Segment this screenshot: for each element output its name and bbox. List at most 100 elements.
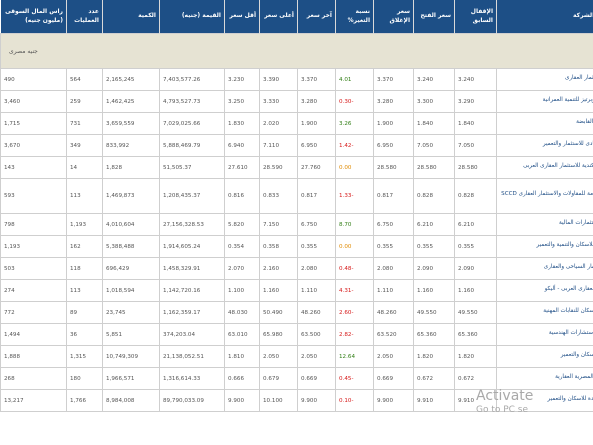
cell-market-cap: 798: [0, 213, 67, 236]
cell-open-price: 3.240: [413, 68, 455, 91]
cell-value: 4,793,527.73: [159, 90, 225, 113]
header-value[interactable]: القيمة (جنيه): [159, 0, 225, 34]
header-previous-close[interactable]: الإقفال السابق: [454, 0, 497, 34]
company-name-link[interactable]: تنمية للاستثمار العقارى: [565, 75, 593, 81]
cell-last-price: 1.110: [297, 279, 336, 302]
table-row[interactable]: +زهراء المعادى للاستثمار والتعمير7.0507.…: [0, 134, 593, 157]
header-quantity[interactable]: الكمية: [102, 0, 160, 34]
table-row[interactable]: +المصريين للاسكان والتنمية والتعمير0.355…: [0, 235, 593, 258]
company-name-link[interactable]: المجموعه المصرية العقارية: [555, 374, 593, 380]
table-row[interactable]: +تنمية للاستثمار العقارى3.2403.2403.3704…: [0, 68, 593, 91]
stock-table-panel: اسم الشركة الإقفال السابق سعر الفتح سعر …: [0, 0, 593, 445]
cell-quantity: 2,165,245: [102, 68, 160, 91]
cell-value: 1,914,605.24: [159, 235, 225, 258]
cell-closing-price: 48.260: [373, 301, 414, 324]
cell-market-cap: 1,494: [0, 323, 67, 346]
company-name-link[interactable]: الاستثمار العقارى العربى - أليكو: [545, 286, 593, 292]
table-row[interactable]: +ايه كابيتال القابضة1.8401.8401.9003.261…: [0, 112, 593, 135]
cell-low-price: 5.820: [224, 213, 260, 236]
cell-previous-close: 3.290: [454, 90, 497, 113]
table-row[interactable]: +بايونيرز بروبرتيز للتنمية العمرانية3.29…: [0, 90, 593, 113]
cell-quantity: 1,828: [102, 156, 160, 179]
cell-change-percent: 3.26: [335, 112, 374, 135]
cell-market-cap: 3,670: [0, 134, 67, 157]
company-name-link[interactable]: التعمير والاستشارات الهندسية: [549, 330, 593, 336]
company-name-link[interactable]: المصريين للاسكان والتنمية والتعمير: [536, 242, 593, 248]
cell-change-percent: -2.60: [335, 301, 374, 324]
cell-low-price: 1.810: [224, 345, 260, 368]
cell-company: +ايه كابيتال القابضة: [496, 112, 593, 135]
cell-quantity: 1,469,873: [102, 178, 160, 214]
header-high-price[interactable]: أعلى سعر: [259, 0, 298, 34]
company-name-link[interactable]: القاهرة للاسكان والتعمير: [561, 352, 593, 358]
cell-previous-close: 6.210: [454, 213, 497, 236]
cell-company: +مصر الجديدة للاسكان والتعمير: [496, 389, 593, 412]
company-name-link[interactable]: مصر الجديدة للاسكان والتعمير: [548, 396, 593, 402]
company-name-link[interactable]: ريمان للاستثمارات المالية: [559, 220, 593, 226]
currency-section-label: جنيه مصرى: [0, 33, 593, 69]
cell-change-percent: -0.30: [335, 90, 374, 113]
table-row[interactable]: +الصعيد العامة للمقاولات والاستثمار العق…: [0, 178, 593, 214]
cell-closing-price: 3.370: [373, 68, 414, 91]
cell-company: +تنمية للاستثمار العقارى: [496, 68, 593, 91]
cell-market-cap: 503: [0, 257, 67, 280]
cell-high-price: 3.330: [259, 90, 298, 113]
cell-change-percent: 8.70: [335, 213, 374, 236]
cell-low-price: 48.030: [224, 301, 260, 324]
cell-low-price: 0.666: [224, 367, 260, 390]
table-row[interactable]: +الخليجية الكندية للاستثمار العقارى العر…: [0, 156, 593, 179]
cell-market-cap: 593: [0, 178, 67, 214]
cell-last-price: 2.050: [297, 345, 336, 368]
cell-high-price: 7.150: [259, 213, 298, 236]
cell-company: +ريمان للاستثمارات المالية: [496, 213, 593, 236]
header-trades-count[interactable]: عدد العمليات: [66, 0, 103, 34]
cell-last-price: 6.750: [297, 213, 336, 236]
table-row[interactable]: +ريمان للاستثمارات المالية6.2106.2106.75…: [0, 213, 593, 236]
cell-open-price: 6.210: [413, 213, 455, 236]
cell-low-price: 1.100: [224, 279, 260, 302]
cell-market-cap: 1,715: [0, 112, 67, 135]
company-name-link[interactable]: الخليجية الكندية للاستثمار العقارى العرب…: [523, 163, 593, 169]
company-name-link[interactable]: بايونيرز بروبرتيز للتنمية العمرانية: [543, 97, 593, 103]
company-name-link[interactable]: ايه كابيتال القابضة: [576, 119, 593, 125]
cell-trades-count: 113: [66, 178, 103, 214]
header-low-price[interactable]: أقل سعر: [224, 0, 260, 34]
cell-last-price: 0.355: [297, 235, 336, 258]
header-closing-price[interactable]: سعر الإغلاق: [373, 0, 414, 34]
company-name-link[interactable]: الصعيد العامة للمقاولات والاستثمار العقا…: [501, 191, 593, 197]
cell-market-cap: 772: [0, 301, 67, 324]
cell-open-price: 0.672: [413, 367, 455, 390]
table-row[interactable]: +مينا للاستثمار السياحى والعقارى2.0902.0…: [0, 257, 593, 280]
header-company-name[interactable]: اسم الشركة: [496, 0, 593, 34]
cell-change-percent: -1.33: [335, 178, 374, 214]
cell-trades-count: 564: [66, 68, 103, 91]
cell-trades-count: 1,315: [66, 345, 103, 368]
cell-quantity: 3,659,559: [102, 112, 160, 135]
table-row[interactable]: +المجموعه المصرية العقارية0.6720.6720.66…: [0, 367, 593, 390]
cell-trades-count: 180: [66, 367, 103, 390]
cell-previous-close: 2.090: [454, 257, 497, 280]
company-name-link[interactable]: مينا للاستثمار السياحى والعقارى: [544, 264, 593, 270]
cell-open-price: 0.355: [413, 235, 455, 258]
cell-change-percent: -0.48: [335, 257, 374, 280]
company-name-link[interactable]: زهراء المعادى للاستثمار والتعمير: [543, 141, 593, 147]
cell-previous-close: 3.240: [454, 68, 497, 91]
cell-change-percent: -0.45: [335, 367, 374, 390]
cell-high-price: 28.590: [259, 156, 298, 179]
company-name-link[interactable]: الوطنية للاسكان للنقابات المهنية: [543, 308, 593, 314]
cell-quantity: 5,388,488: [102, 235, 160, 258]
cell-trades-count: 89: [66, 301, 103, 324]
cell-company: +الصعيد العامة للمقاولات والاستثمار العق…: [496, 178, 593, 214]
cell-quantity: 8,984,008: [102, 389, 160, 412]
table-row[interactable]: +التعمير والاستشارات الهندسية65.36065.36…: [0, 323, 593, 346]
cell-last-price: 0.817: [297, 178, 336, 214]
table-row[interactable]: +القاهرة للاسكان والتعمير1.8201.8202.050…: [0, 345, 593, 368]
table-row[interactable]: +الاستثمار العقارى العربى - أليكو1.1601.…: [0, 279, 593, 302]
header-market-cap[interactable]: راس المال السوقى (مليون جنيه): [0, 0, 67, 34]
table-row[interactable]: +مصر الجديدة للاسكان والتعمير9.9109.9109…: [0, 389, 593, 412]
header-open-price[interactable]: سعر الفتح: [413, 0, 455, 34]
header-last-price[interactable]: آخر سعر: [297, 0, 336, 34]
cell-value: 21,138,052.51: [159, 345, 225, 368]
header-change-percent[interactable]: نسبة التغير%: [335, 0, 374, 34]
table-row[interactable]: +الوطنية للاسكان للنقابات المهنية49.5504…: [0, 301, 593, 324]
